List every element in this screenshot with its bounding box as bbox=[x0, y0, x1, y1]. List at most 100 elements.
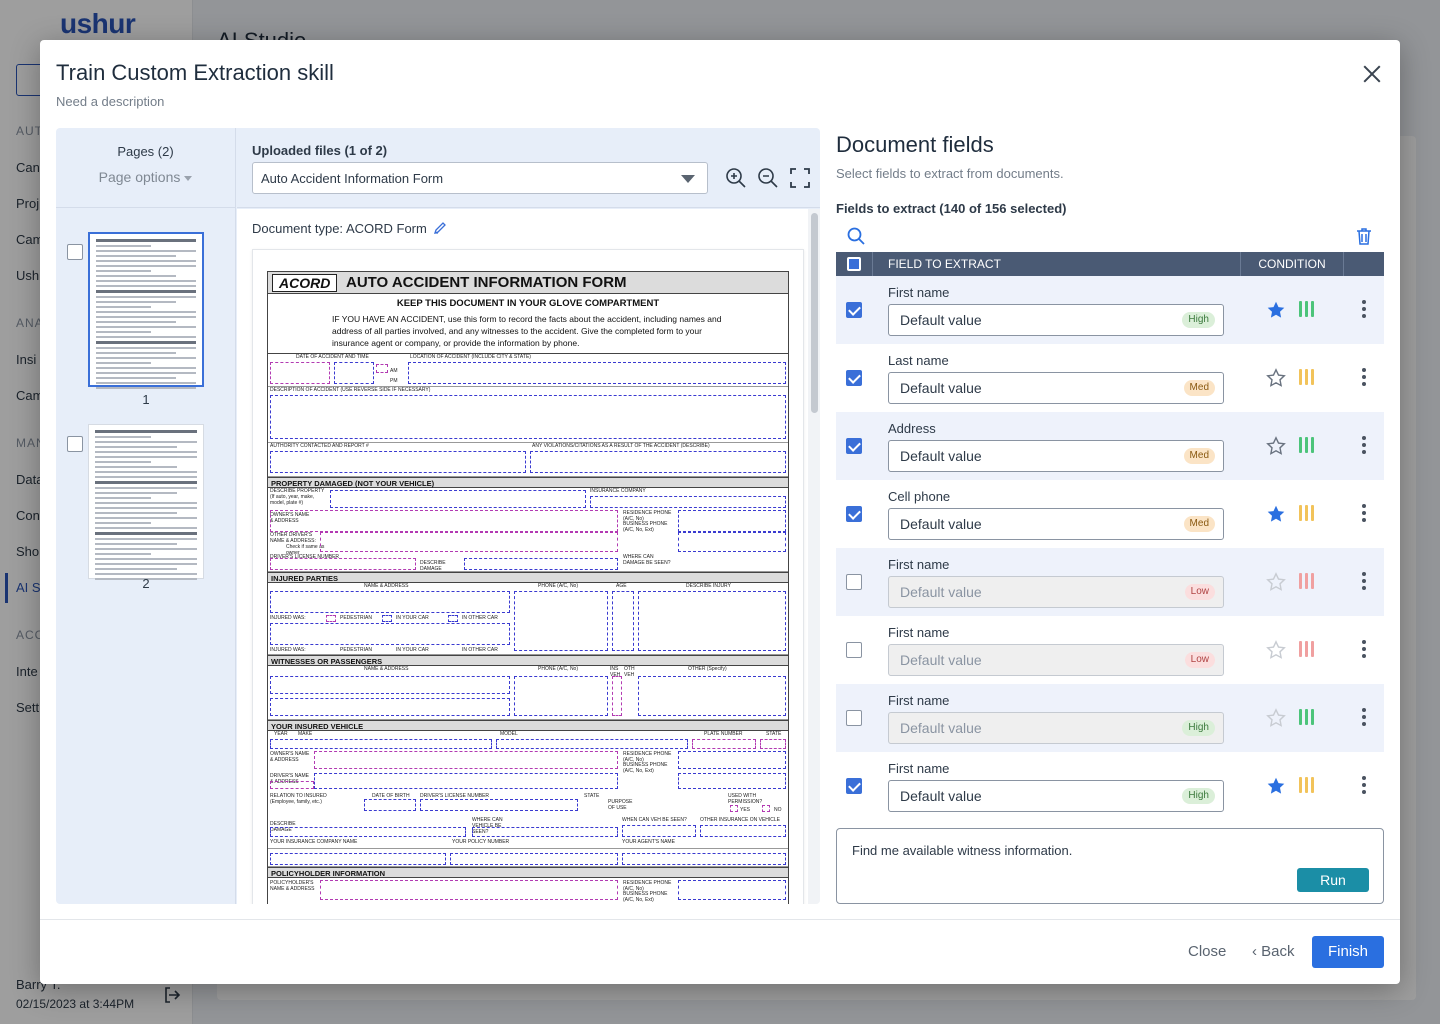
field-highlight[interactable] bbox=[692, 739, 756, 749]
zoom-in-icon[interactable] bbox=[724, 166, 748, 190]
field-highlight[interactable] bbox=[678, 880, 786, 900]
field-highlight[interactable] bbox=[270, 698, 510, 716]
field-highlight[interactable] bbox=[270, 451, 526, 473]
close-icon[interactable] bbox=[1360, 62, 1384, 86]
field-checkbox[interactable] bbox=[846, 574, 862, 590]
field-highlight[interactable] bbox=[530, 451, 786, 473]
search-icon[interactable] bbox=[846, 226, 866, 246]
default-value-input[interactable]: Default value High bbox=[888, 304, 1224, 336]
default-value-input[interactable]: Default value Low bbox=[888, 644, 1224, 676]
more-options-icon[interactable] bbox=[1361, 640, 1367, 660]
field-highlight[interactable] bbox=[382, 615, 392, 622]
trash-icon[interactable] bbox=[1354, 226, 1374, 246]
field-highlight[interactable] bbox=[700, 825, 786, 837]
field-highlight[interactable] bbox=[638, 591, 786, 651]
field-highlight[interactable] bbox=[326, 615, 336, 622]
field-highlight[interactable] bbox=[270, 591, 510, 613]
star-icon[interactable] bbox=[1266, 776, 1286, 796]
finish-button[interactable]: Finish bbox=[1312, 936, 1384, 968]
field-highlight[interactable] bbox=[330, 490, 586, 508]
field-highlight[interactable] bbox=[464, 558, 618, 570]
default-value-input[interactable]: Default value Med bbox=[888, 508, 1224, 540]
field-highlight[interactable] bbox=[320, 880, 618, 900]
field-highlight[interactable] bbox=[270, 827, 466, 837]
page-thumbnail[interactable] bbox=[88, 232, 204, 389]
field-highlight[interactable] bbox=[408, 362, 786, 384]
field-highlight[interactable] bbox=[314, 751, 618, 769]
select-all-checkbox[interactable] bbox=[847, 257, 861, 271]
star-icon[interactable] bbox=[1266, 300, 1286, 320]
edit-pencil-icon[interactable] bbox=[433, 221, 447, 235]
field-highlight[interactable] bbox=[622, 825, 696, 837]
star-icon[interactable] bbox=[1266, 436, 1286, 456]
field-highlight[interactable] bbox=[730, 805, 738, 812]
star-icon[interactable] bbox=[1266, 640, 1286, 660]
more-options-icon[interactable] bbox=[1361, 708, 1367, 728]
field-highlight[interactable] bbox=[420, 799, 578, 811]
field-highlight[interactable] bbox=[314, 773, 618, 789]
field-highlight[interactable] bbox=[472, 827, 618, 837]
field-highlight[interactable] bbox=[270, 853, 446, 865]
field-checkbox[interactable] bbox=[846, 438, 862, 454]
prompt-box[interactable]: Find me available witness information. R… bbox=[836, 828, 1384, 904]
field-highlight[interactable] bbox=[270, 623, 510, 645]
field-highlight[interactable] bbox=[760, 739, 786, 749]
field-highlight[interactable] bbox=[678, 773, 786, 789]
field-highlight[interactable] bbox=[270, 676, 510, 694]
field-checkbox[interactable] bbox=[846, 710, 862, 726]
viewer-scrollbar[interactable] bbox=[808, 209, 820, 904]
page-checkbox[interactable] bbox=[67, 436, 83, 452]
field-checkbox[interactable] bbox=[846, 642, 862, 658]
default-value-input[interactable]: Default value Med bbox=[888, 440, 1224, 472]
star-icon[interactable] bbox=[1266, 368, 1286, 388]
field-highlight[interactable] bbox=[612, 676, 622, 716]
more-options-icon[interactable] bbox=[1361, 368, 1367, 388]
default-value-input[interactable]: Default value Low bbox=[888, 576, 1224, 608]
field-highlight[interactable] bbox=[678, 751, 786, 769]
field-highlight[interactable] bbox=[496, 739, 688, 749]
field-checkbox[interactable] bbox=[846, 370, 862, 386]
field-highlight[interactable] bbox=[270, 362, 330, 384]
field-highlight[interactable] bbox=[612, 591, 634, 651]
field-highlight[interactable] bbox=[514, 591, 608, 651]
field-highlight[interactable] bbox=[364, 799, 416, 811]
more-options-icon[interactable] bbox=[1361, 572, 1367, 592]
zoom-out-icon[interactable] bbox=[756, 166, 780, 190]
field-highlight[interactable] bbox=[270, 739, 492, 749]
field-highlight[interactable] bbox=[270, 395, 786, 439]
star-icon[interactable] bbox=[1266, 572, 1286, 592]
field-highlight[interactable] bbox=[448, 615, 458, 622]
more-options-icon[interactable] bbox=[1361, 436, 1367, 456]
field-checkbox[interactable] bbox=[846, 302, 862, 318]
star-icon[interactable] bbox=[1266, 504, 1286, 524]
file-select[interactable]: Auto Accident Information Form bbox=[252, 162, 708, 194]
default-value-input[interactable]: Default value Med bbox=[888, 372, 1224, 404]
page-checkbox[interactable] bbox=[67, 244, 83, 260]
prompt-text[interactable]: Find me available witness information. bbox=[852, 843, 1072, 858]
field-highlight[interactable] bbox=[762, 805, 770, 812]
field-highlight[interactable] bbox=[638, 676, 786, 716]
field-highlight[interactable] bbox=[450, 853, 618, 865]
field-highlight[interactable] bbox=[270, 558, 416, 570]
default-value-input[interactable]: Default value High bbox=[888, 780, 1224, 812]
field-highlight[interactable] bbox=[678, 510, 786, 532]
field-highlight[interactable] bbox=[270, 781, 314, 789]
field-highlight[interactable] bbox=[376, 364, 388, 373]
field-highlight[interactable] bbox=[678, 532, 786, 552]
close-button[interactable]: Close bbox=[1188, 943, 1226, 960]
page-thumbnail[interactable] bbox=[88, 424, 204, 580]
fullscreen-icon[interactable] bbox=[788, 166, 812, 190]
back-button[interactable]: ‹ Back bbox=[1252, 943, 1295, 960]
field-checkbox[interactable] bbox=[846, 778, 862, 794]
run-button[interactable]: Run bbox=[1297, 868, 1369, 892]
page-options-dropdown[interactable]: Page options bbox=[56, 169, 235, 185]
field-highlight[interactable] bbox=[622, 853, 786, 865]
more-options-icon[interactable] bbox=[1361, 776, 1367, 796]
scroll-thumb[interactable] bbox=[811, 213, 818, 413]
star-icon[interactable] bbox=[1266, 708, 1286, 728]
field-checkbox[interactable] bbox=[846, 506, 862, 522]
field-highlight[interactable] bbox=[514, 676, 608, 716]
field-highlight[interactable] bbox=[320, 532, 618, 552]
default-value-input[interactable]: Default value High bbox=[888, 712, 1224, 744]
more-options-icon[interactable] bbox=[1361, 504, 1367, 524]
